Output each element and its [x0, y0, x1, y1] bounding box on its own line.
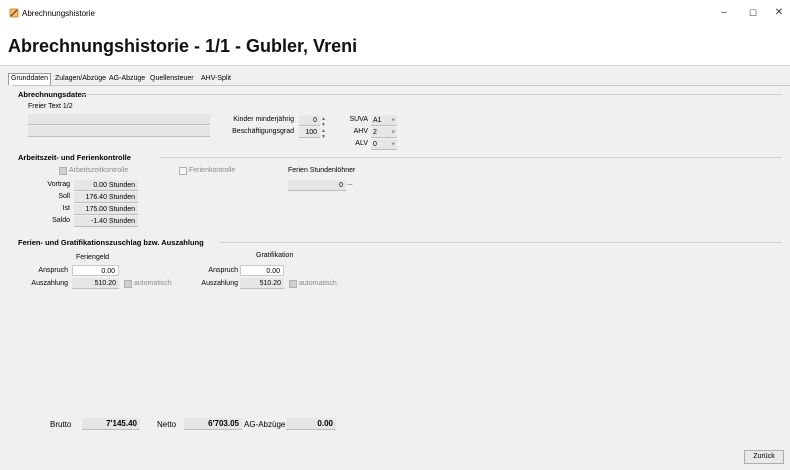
- grat-anspruch-label: Anspruch: [208, 267, 238, 274]
- ag-abzuege-label: AG-Abzüge: [244, 420, 286, 429]
- ahv-value: 2: [373, 129, 377, 136]
- feriengeld-auszahlung-label: Auszahlung: [31, 280, 68, 287]
- chevron-down-icon: ▾: [391, 141, 395, 148]
- ferien-stundenloehner-label: Ferien Stundenlöhner: [288, 167, 356, 174]
- arbeitszeitkontrolle-label: Arbeitszeitkontrolle: [69, 167, 129, 174]
- ahv-select[interactable]: 2 ▾: [371, 127, 397, 138]
- netto-label: Netto: [157, 420, 177, 429]
- feriengeld-automatisch-label: automatisch: [134, 280, 172, 287]
- feriengeld-automatisch-checkbox[interactable]: [124, 280, 132, 288]
- beschaeftigungsgrad-spinner-icon[interactable]: ▲ ▼: [321, 128, 326, 140]
- kinder-input[interactable]: 0: [299, 115, 320, 126]
- ferien-stundenloehner-input[interactable]: 0: [288, 180, 346, 191]
- page-title: Abrechnungshistorie - 1/1 - Gubler, Vren…: [8, 36, 358, 56]
- feriengeld-auszahlung-input[interactable]: 510.20: [72, 278, 119, 289]
- ferienkontrolle-checkbox[interactable]: [179, 167, 187, 175]
- window-title: Abrechnungshistorie: [22, 9, 95, 18]
- grat-automatisch-label: automatisch: [299, 280, 337, 287]
- brutto-label: Brutto: [50, 420, 72, 429]
- vortrag-label: Vortrag: [47, 181, 70, 188]
- feriengeld-anspruch-label: Anspruch: [38, 267, 68, 274]
- brutto-value: 7'145.40: [82, 418, 140, 430]
- tab-grunddaten[interactable]: Grunddaten: [8, 73, 51, 85]
- chevron-down-icon: ▾: [391, 117, 395, 124]
- grat-auszahlung-input[interactable]: 510.20: [240, 278, 284, 289]
- grat-automatisch-checkbox[interactable]: [289, 280, 297, 288]
- page-header: Abrechnungshistorie - 1/1 - Gubler, Vren…: [0, 26, 790, 66]
- divider: [220, 242, 782, 243]
- back-button[interactable]: Zurück: [744, 450, 784, 464]
- feriengeld-header: Feriengeld: [76, 254, 110, 261]
- section-title-arbeitszeit: Arbeitszeit- und Ferienkontrolle: [18, 153, 131, 162]
- ist-label: Ist: [62, 205, 70, 212]
- suva-select[interactable]: A1 ▾: [371, 115, 397, 126]
- grunddaten-panel: Abrechnungsdaten Freier Text 1/2 Kinder …: [12, 85, 790, 405]
- ist-value: 175.00 Stunden: [74, 204, 138, 215]
- grat-anspruch-input[interactable]: 0.00: [240, 265, 284, 276]
- totals-bar: Brutto 7'145.40 Netto 6'703.05 AG-Abzüge…: [12, 410, 790, 434]
- tab-quellensteuer[interactable]: Quellensteuer: [150, 73, 194, 85]
- alv-select[interactable]: 0 ▾: [371, 139, 397, 150]
- section-title-abrechnungsdaten: Abrechnungsdaten: [18, 90, 87, 99]
- kinder-spinner-icon[interactable]: ▲ ▼: [321, 116, 326, 128]
- beschaeftigungsgrad-label: Beschäftigungsgrad: [232, 128, 294, 135]
- ferienkontrolle-label: Ferienkontrolle: [189, 167, 236, 174]
- feriengeld-anspruch-input[interactable]: 0.00: [72, 265, 119, 276]
- soll-value: 176.40 Stunden: [74, 192, 138, 203]
- grat-auszahlung-label: Auszahlung: [201, 280, 238, 287]
- arbeitszeitkontrolle-checkbox[interactable]: [59, 167, 67, 175]
- vortrag-value: 0.00 Stunden: [74, 180, 138, 191]
- suva-value: A1: [373, 117, 382, 124]
- tab-ag-abzuege[interactable]: AG-Abzüge: [109, 73, 145, 85]
- divider: [160, 157, 782, 158]
- chevron-down-icon: ▾: [391, 129, 395, 136]
- ag-abzuege-value: 0.00: [286, 418, 336, 430]
- divider: [82, 94, 782, 95]
- minimize-button[interactable]: –: [714, 5, 734, 21]
- saldo-label: Saldo: [52, 217, 70, 224]
- gratifikation-header: Gratifikation: [256, 252, 294, 259]
- saldo-value: -1.40 Stunden: [74, 216, 138, 227]
- soll-label: Soll: [58, 193, 70, 200]
- close-button[interactable]: ✕: [769, 5, 789, 21]
- tab-zulagen-abzuege[interactable]: Zulagen/Abzüge: [55, 73, 106, 85]
- freier-text-1-input[interactable]: [28, 114, 210, 125]
- netto-value: 6'703.05: [184, 418, 242, 430]
- suva-label: SUVA: [349, 116, 368, 123]
- alv-value: 0: [373, 141, 377, 148]
- beschaeftigungsgrad-input[interactable]: 100: [299, 127, 320, 138]
- section-title-ferienzuschlag: Ferien- und Gratifikationszuschlag bzw. …: [18, 238, 204, 247]
- maximize-button[interactable]: ☐: [743, 5, 763, 21]
- ferien-stundenloehner-lookup-button[interactable]: ...: [347, 180, 353, 187]
- freier-text-2-input[interactable]: [28, 126, 210, 137]
- app-icon: [9, 8, 19, 18]
- tab-ahv-split[interactable]: AHV-Split: [201, 73, 231, 85]
- freier-text-label: Freier Text 1/2: [28, 103, 73, 110]
- kinder-label: Kinder minderjährig: [233, 116, 294, 123]
- alv-label: ALV: [355, 140, 368, 147]
- title-bar: Abrechnungshistorie – ☐ ✕: [0, 0, 790, 26]
- ahv-label: AHV: [353, 128, 368, 135]
